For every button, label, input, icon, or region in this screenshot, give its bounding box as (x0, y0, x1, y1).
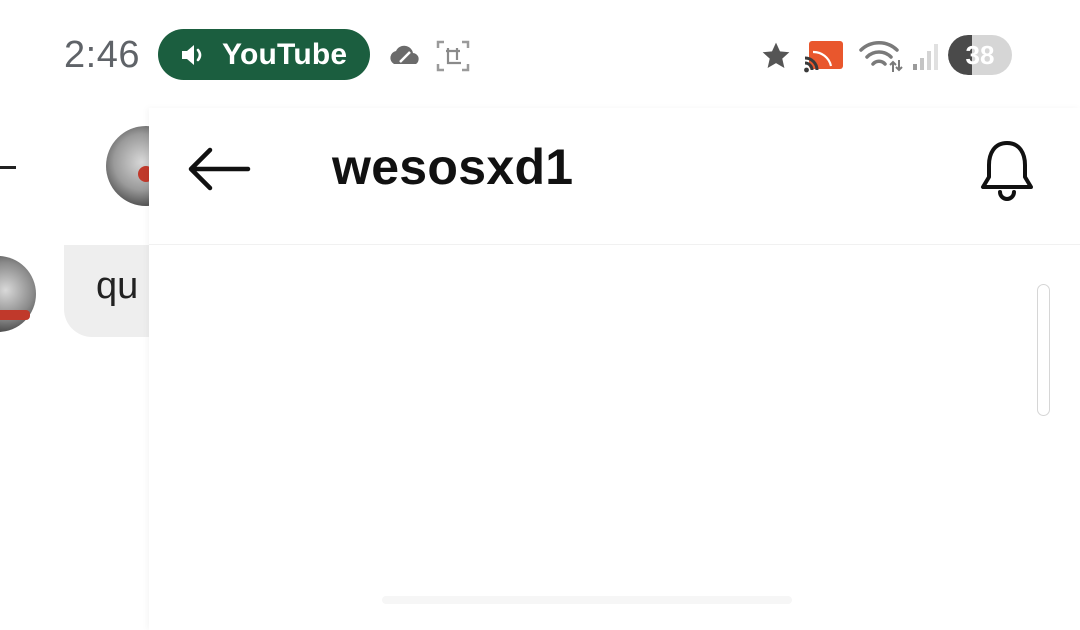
battery-indicator: 38 (948, 35, 1012, 75)
bell-icon (981, 141, 1033, 201)
scrollbar[interactable] (1037, 284, 1050, 416)
notification-button[interactable] (969, 132, 1045, 208)
status-time: 2:46 (64, 34, 140, 76)
cloud-sync-icon (390, 45, 419, 64)
speaker-icon (182, 44, 202, 65)
background-message-avatar (0, 256, 36, 332)
background-back-arrow (0, 166, 16, 169)
star-icon (762, 42, 790, 68)
panel-header: wesosxd1 (149, 108, 1080, 245)
cast-icon (804, 41, 843, 73)
signal-icon (913, 44, 938, 70)
page-title: wesosxd1 (332, 139, 574, 195)
profile-panel: wesosxd1 (149, 108, 1080, 630)
media-playing-pill[interactable]: YouTube (158, 29, 370, 80)
phone-screen: 2:46 YouTube 38 qu wesosxd1 (0, 0, 1080, 630)
panel-content (149, 245, 1080, 630)
wifi-icon (859, 41, 903, 72)
back-button[interactable] (179, 136, 259, 202)
screenshot-icon (436, 40, 470, 72)
battery-level: 38 (965, 40, 995, 70)
status-bar: 2:46 YouTube 38 (0, 0, 1080, 110)
back-arrow-icon (188, 147, 251, 191)
media-pill-label: YouTube (222, 37, 348, 71)
background-message-text: qu (96, 265, 139, 307)
bottom-divider (382, 596, 792, 604)
